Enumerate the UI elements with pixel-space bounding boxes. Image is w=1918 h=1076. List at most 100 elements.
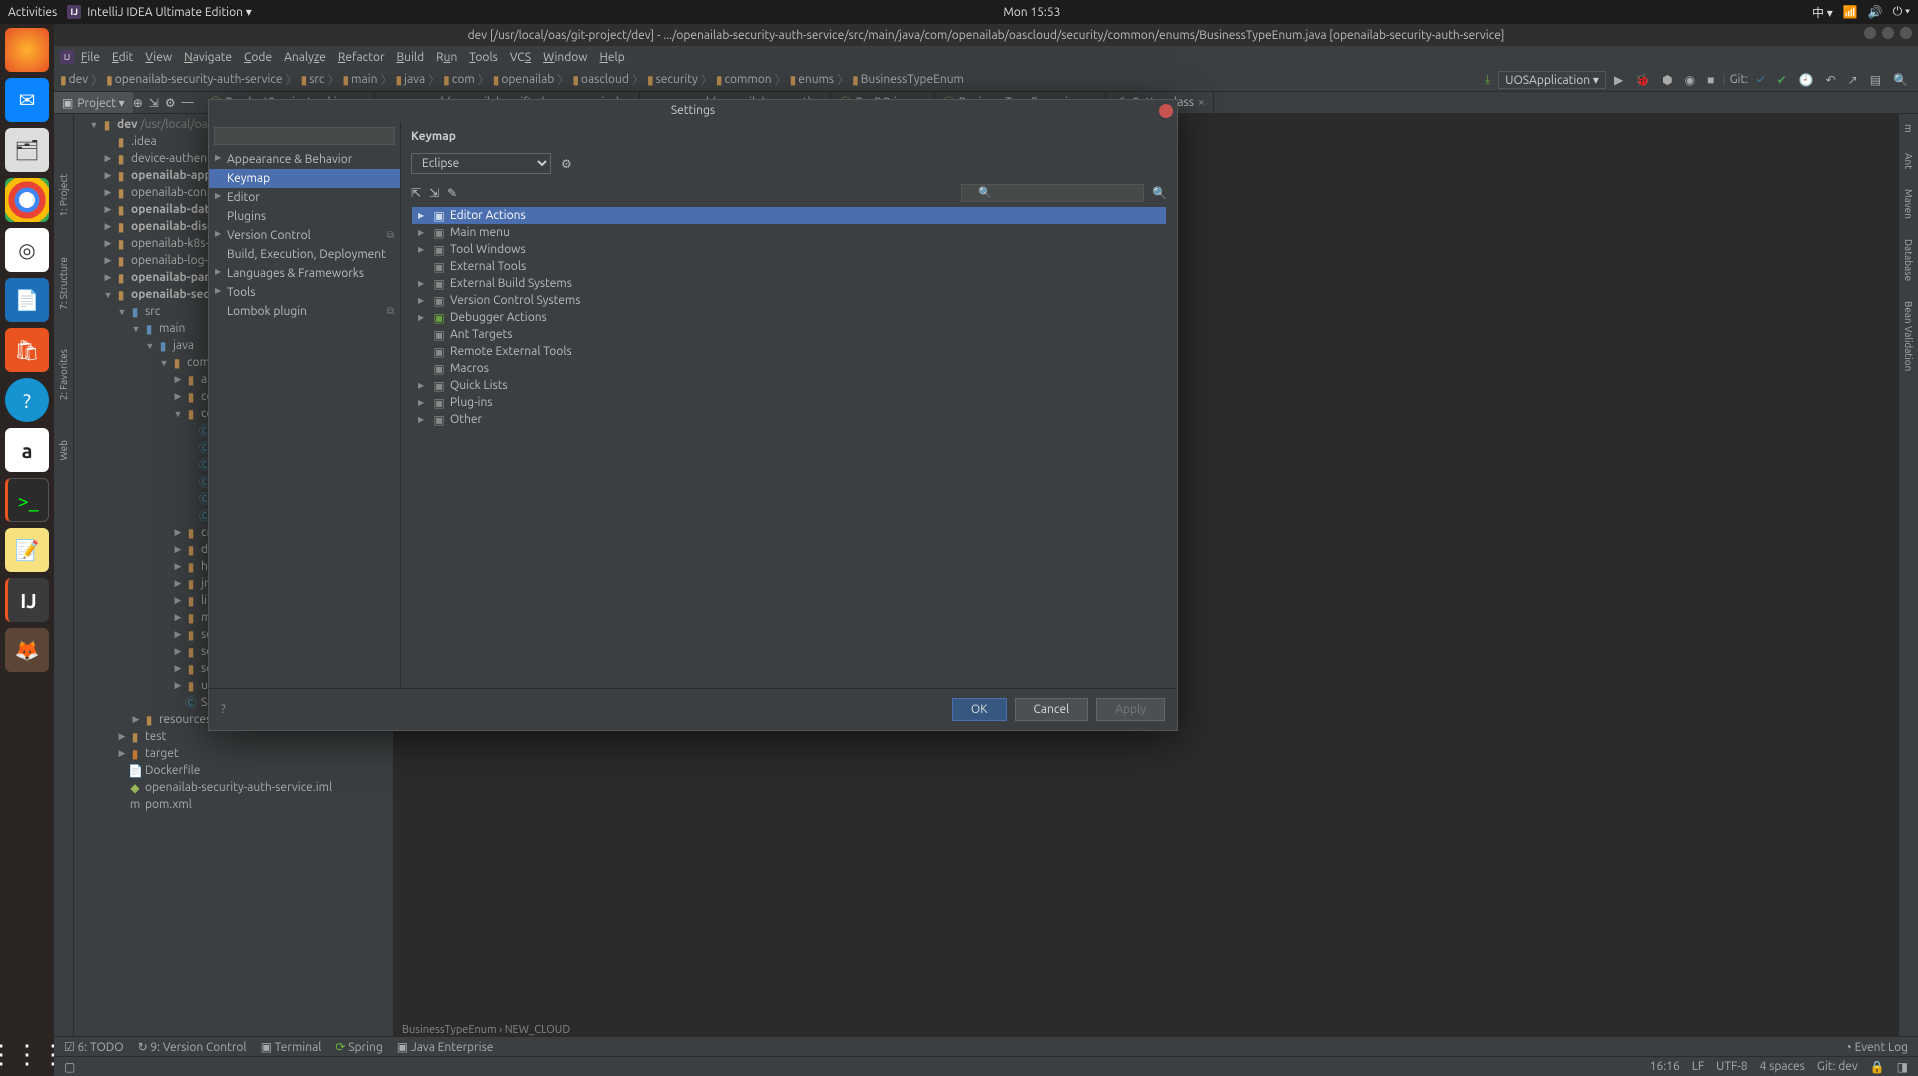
app-menu[interactable]: IJIntelliJ IDEA Ultimate Edition ▾	[67, 5, 252, 19]
tree-row[interactable]: ▮target	[74, 745, 393, 762]
dialog-close-button[interactable]	[1159, 104, 1173, 118]
dock-help[interactable]: ?	[5, 378, 49, 422]
tree-row[interactable]: ◆openailab-security-auth-service.iml	[74, 779, 393, 796]
tree-row[interactable]: mpom.xml	[74, 796, 393, 813]
gutter-ant[interactable]: Ant	[1903, 153, 1914, 169]
indent[interactable]: 4 spaces	[1760, 1060, 1805, 1073]
clock[interactable]: Mon 15:53	[252, 6, 1812, 19]
stop-button[interactable]: ■	[1703, 72, 1718, 88]
maximize-button[interactable]	[1882, 27, 1894, 39]
menu-navigate[interactable]: Navigate	[179, 49, 237, 66]
cancel-button[interactable]: Cancel	[1015, 698, 1089, 721]
dock-chrome[interactable]	[5, 178, 49, 222]
volume-icon[interactable]: 🔊	[1868, 5, 1883, 19]
gutter-project[interactable]: 1: Project	[58, 174, 69, 217]
menu-code[interactable]: Code	[239, 49, 277, 66]
menu-analyze[interactable]: Analyze	[279, 49, 331, 66]
git-push-button[interactable]: ↗	[1844, 72, 1862, 88]
ide-settings-button[interactable]: ▤	[1866, 72, 1885, 88]
dock-firefox[interactable]	[5, 28, 49, 72]
dock-thunderbird[interactable]: ✉	[5, 78, 49, 122]
dock-files[interactable]: 🗂	[5, 128, 49, 172]
mem-icon[interactable]: ◨	[1897, 1060, 1908, 1074]
close-button[interactable]	[1900, 27, 1912, 39]
tree-row[interactable]: 📄Dockerfile	[74, 762, 393, 779]
gutter-favorites[interactable]: 2: Favorites	[58, 349, 69, 400]
event-log-tab[interactable]: ◔ Event Log	[1845, 1040, 1908, 1054]
dock-text-editor[interactable]: 📝	[5, 528, 49, 572]
run-button[interactable]: ▶	[1610, 72, 1627, 88]
settings-nav-item[interactable]: Appearance & Behavior	[209, 150, 400, 169]
dock-show-apps[interactable]: ⋮⋮⋮	[5, 1032, 49, 1076]
dock-terminal[interactable]: >_	[5, 478, 49, 522]
tab-close-icon[interactable]: ×	[1198, 96, 1205, 109]
line-sep[interactable]: LF	[1692, 1060, 1704, 1073]
activities-button[interactable]: Activities	[8, 6, 57, 19]
dock-software[interactable]: 🛍	[5, 328, 49, 372]
keymap-tree-row[interactable]: ▶▣Other	[412, 411, 1166, 428]
gutter-web[interactable]: Web	[58, 440, 69, 460]
keymap-tree-row[interactable]: ▶▣Quick Lists	[412, 377, 1166, 394]
collapse-tree-icon[interactable]: ⇲	[429, 186, 439, 200]
keymap-tree-row[interactable]: ▶▣Editor Actions	[412, 207, 1166, 224]
gutter-database[interactable]: Database	[1903, 239, 1914, 281]
ime-indicator[interactable]: 中 ▾	[1812, 4, 1833, 21]
debug-button[interactable]: 🐞	[1631, 72, 1654, 88]
project-tool-tab[interactable]: ▣ Project ▾	[54, 92, 133, 113]
jee-tab[interactable]: ▣ Java Enterprise	[397, 1040, 494, 1054]
menu-view[interactable]: View	[140, 49, 177, 66]
vcs-tab[interactable]: ↻ 9: Version Control	[138, 1040, 247, 1054]
keymap-scheme-select[interactable]: Eclipse	[411, 153, 551, 174]
profile-button[interactable]: ◉	[1681, 72, 1699, 88]
search-everywhere-button[interactable]: 🔍	[1889, 72, 1912, 88]
gutter-structure[interactable]: 7: Structure	[58, 257, 69, 310]
menu-file[interactable]: File	[76, 49, 105, 66]
status-icon[interactable]: ▢	[64, 1060, 75, 1074]
settings-search-input[interactable]	[214, 127, 395, 145]
build-button[interactable]: ⤓	[1481, 72, 1494, 88]
menu-tools[interactable]: Tools	[464, 49, 503, 66]
keymap-tree-row[interactable]: ▶▣Version Control Systems	[412, 292, 1166, 309]
settings-nav-item[interactable]: Languages & Frameworks	[209, 264, 400, 283]
keymap-tree-row[interactable]: ▣Remote External Tools	[412, 343, 1166, 360]
gutter-bean[interactable]: Bean Validation	[1903, 301, 1914, 371]
settings-nav-item[interactable]: Build, Execution, Deployment	[209, 245, 400, 264]
settings-gear-icon[interactable]: ⚙	[165, 96, 176, 110]
ok-button[interactable]: OK	[952, 698, 1007, 721]
keymap-tree-row[interactable]: ▶▣Main menu	[412, 224, 1166, 241]
terminal-tab[interactable]: ▣ Terminal	[261, 1040, 322, 1054]
keymap-tree-row[interactable]: ▣Ant Targets	[412, 326, 1166, 343]
git-revert-button[interactable]: ↶	[1822, 72, 1840, 88]
spring-tab[interactable]: ⟳ Spring	[335, 1040, 382, 1054]
edit-shortcut-icon[interactable]: ✎	[447, 186, 457, 200]
dock-gimp[interactable]: 🦊	[5, 628, 49, 672]
gutter-maven[interactable]: Maven	[1903, 189, 1914, 219]
minimize-button[interactable]	[1864, 27, 1876, 39]
settings-nav-item[interactable]: Editor	[209, 188, 400, 207]
git-update-button[interactable]: ✓	[1752, 72, 1768, 87]
find-by-shortcut-icon[interactable]: 🔍	[1152, 186, 1167, 200]
help-button[interactable]: ?	[221, 703, 226, 716]
dock-intellij[interactable]: IJ	[5, 578, 49, 622]
git-commit-button[interactable]: ✔	[1773, 72, 1791, 88]
locate-icon[interactable]: ⊕	[133, 96, 143, 110]
editor-breadcrumb[interactable]: BusinessTypeEnum › NEW_CLOUD	[402, 1024, 570, 1036]
keymap-tree-row[interactable]: ▣Macros	[412, 360, 1166, 377]
coverage-button[interactable]: ⬢	[1658, 72, 1676, 88]
settings-nav-item[interactable]: Lombok plugin⧉	[209, 302, 400, 321]
encoding[interactable]: UTF-8	[1716, 1060, 1747, 1073]
settings-nav-item[interactable]: Keymap	[209, 169, 400, 188]
settings-nav-item[interactable]: Plugins	[209, 207, 400, 226]
keymap-tree[interactable]: ▶▣Editor Actions▶▣Main menu▶▣Tool Window…	[411, 206, 1167, 680]
keymap-tree-row[interactable]: ▶▣External Build Systems	[412, 275, 1166, 292]
keymap-tree-row[interactable]: ▶▣Debugger Actions	[412, 309, 1166, 326]
settings-nav-item[interactable]: Version Control⧉	[209, 226, 400, 245]
keymap-gear-icon[interactable]: ⚙	[561, 157, 572, 171]
run-config-select[interactable]: UOSApplication ▾	[1498, 71, 1606, 89]
menu-help[interactable]: Help	[595, 49, 630, 66]
expand-tree-icon[interactable]: ⇱	[411, 186, 421, 200]
apply-button[interactable]: Apply	[1096, 698, 1165, 721]
dock-libreoffice[interactable]: 📄	[5, 278, 49, 322]
collapse-icon[interactable]: ⇲	[149, 96, 159, 110]
menu-build[interactable]: Build	[392, 49, 430, 66]
